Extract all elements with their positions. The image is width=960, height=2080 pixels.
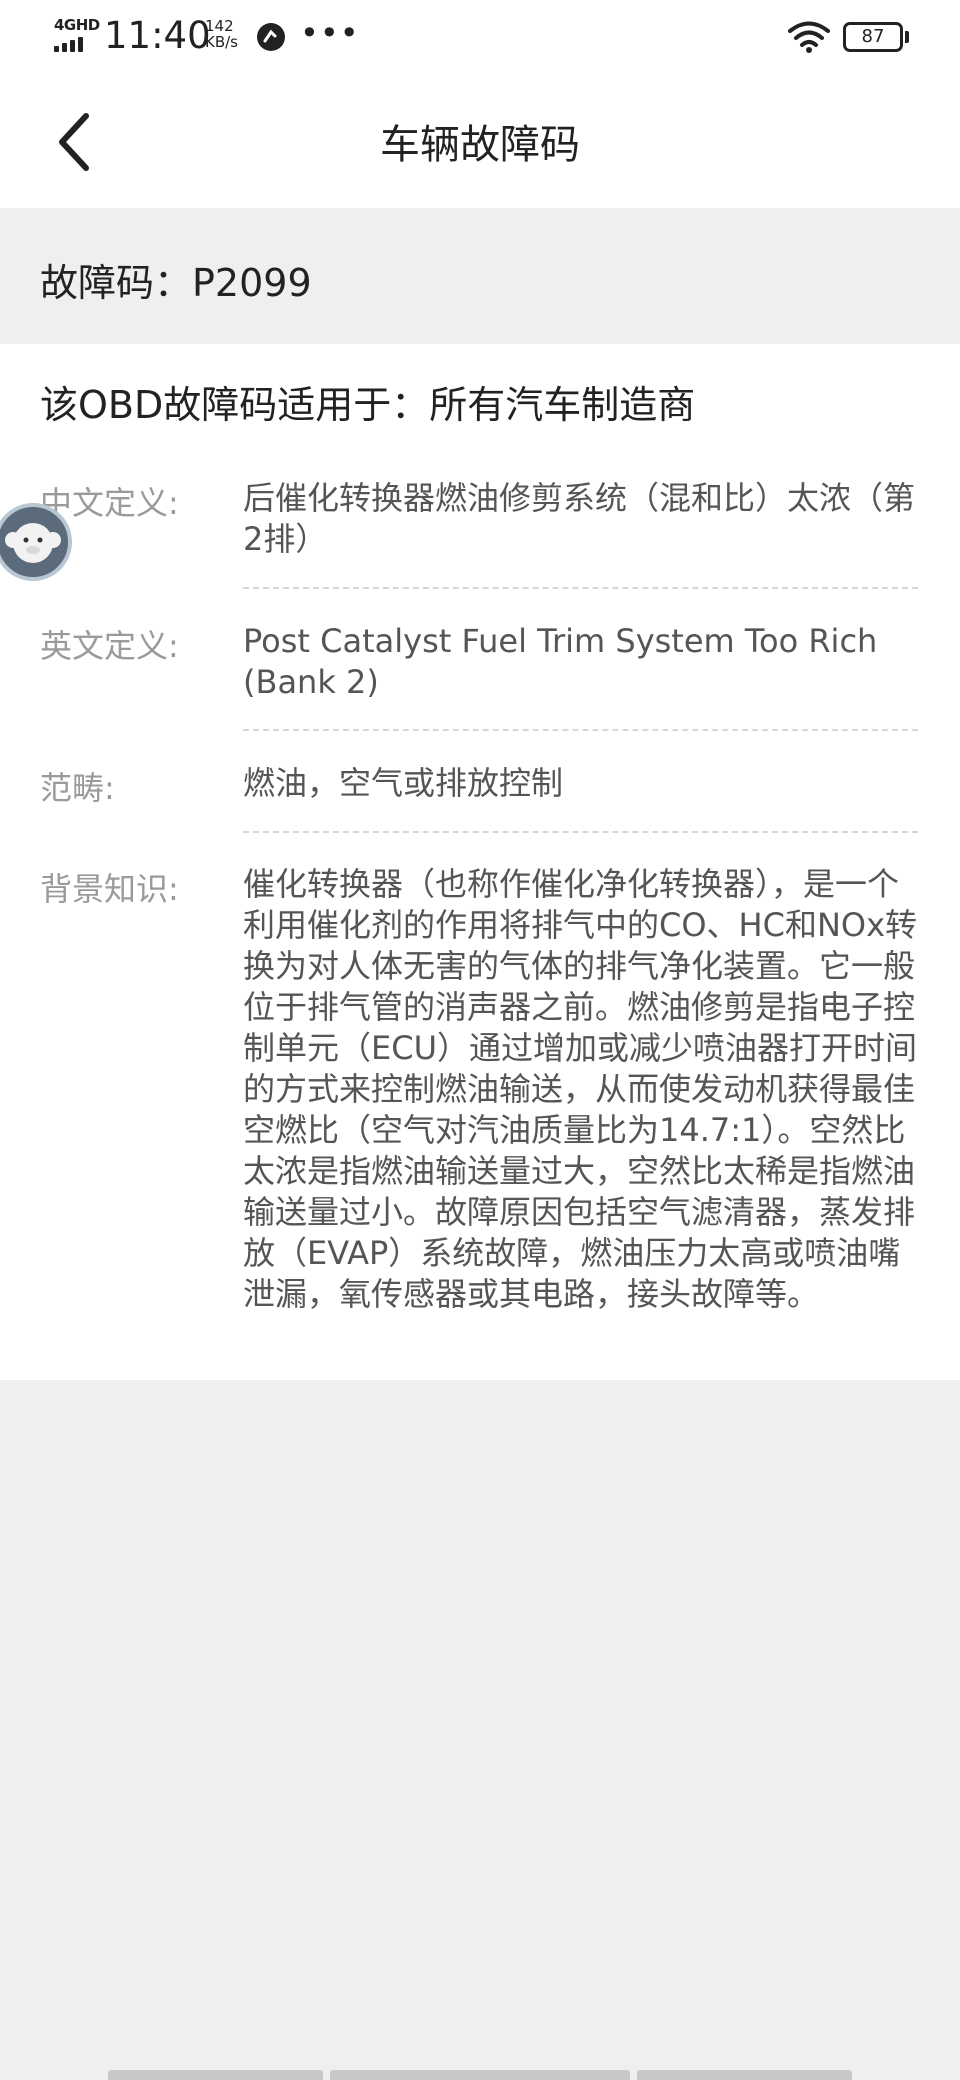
network-speed: 142 KB/s: [205, 18, 238, 50]
page-title: 车辆故障码: [380, 122, 580, 168]
wifi-icon: [788, 21, 830, 53]
monkey-avatar-icon: [5, 523, 61, 563]
divider: [243, 729, 918, 731]
network-speed-unit: KB/s: [205, 33, 238, 51]
background-knowledge-value: 催化转换器（也称作催化净化转换器），是一个利用催化剂的作用将排气中的CO、HC和…: [243, 865, 918, 1313]
category-value: 燃油，空气或排放控制: [243, 764, 564, 802]
chinese-definition-value: 后催化转换器燃油修剪系统（混和比）太浓（第2排）: [243, 479, 916, 558]
applies-to-text: 该OBD故障码适用于：所有汽车制造商: [40, 383, 696, 427]
fault-code-header: 故障码：P2099: [0, 208, 960, 344]
fault-code-value: P2099: [192, 261, 312, 305]
gesture-bar: [330, 2070, 630, 2080]
gesture-bar: [637, 2070, 852, 2080]
network-type: 4GHD: [54, 16, 100, 34]
status-time: 11:40: [104, 14, 211, 57]
divider: [243, 587, 918, 589]
notification-app-icon: [257, 23, 285, 51]
fault-code-label: 故障码：: [40, 261, 193, 305]
background-knowledge-label: 背景知识:: [40, 870, 179, 908]
english-definition-label: 英文定义:: [40, 627, 179, 665]
english-definition-value: Post Catalyst Fuel Trim System Too Rich …: [243, 622, 878, 701]
category-label: 范畴:: [40, 769, 115, 807]
signal-icon: [54, 36, 94, 52]
battery-icon: 87: [843, 22, 903, 52]
more-notifications-icon: •••: [300, 14, 360, 52]
screen: 4GHD 11:40 142 KB/s ••• 87 车辆故障码 故障码：P20…: [0, 0, 960, 2080]
network-speed-value: 142: [205, 17, 234, 35]
floating-assistant-button[interactable]: [0, 503, 72, 581]
status-bar: 4GHD 11:40 142 KB/s ••• 87: [0, 0, 960, 76]
fault-code: 故障码：P2099: [40, 252, 312, 307]
battery-tip: [905, 31, 909, 43]
nav-bar: 车辆故障码: [0, 76, 960, 208]
battery-level: 87: [861, 26, 885, 47]
gesture-bar: [108, 2070, 323, 2080]
fault-detail-card: 该OBD故障码适用于：所有汽车制造商 中文定义: 后催化转换器燃油修剪系统（混和…: [0, 344, 960, 1380]
divider: [243, 831, 918, 833]
